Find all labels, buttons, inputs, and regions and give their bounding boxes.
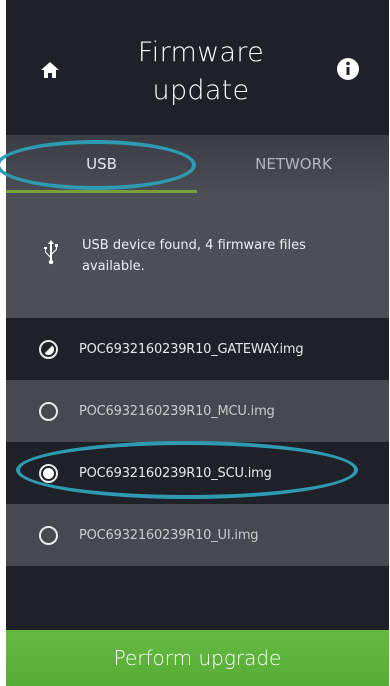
device-status-message: USB device found, 4 firmware files avail… [82,238,306,274]
file-row-gateway[interactable]: POC6932160239R10_GATEWAY.img [6,318,389,380]
usb-tab-highlight-annotation [0,140,196,190]
radio-button[interactable] [39,401,58,421]
radio-button[interactable] [39,525,58,545]
header: Firmware update [6,0,389,135]
device-status-panel: USB device found, 4 firmware files avail… [6,193,389,318]
usb-icon [42,239,60,265]
tab-network[interactable]: NETWORK [198,135,389,193]
radio-button[interactable] [39,339,58,359]
file-row-mcu[interactable]: POC6932160239R10_MCU.img [6,380,389,442]
page-title-line1: Firmware [137,37,265,68]
page-title-line2: update [152,75,250,106]
page-title: Firmware update [101,34,301,110]
file-name: POC6932160239R10_UI.img [79,527,259,543]
home-icon[interactable] [36,56,64,84]
scu-file-highlight-annotation [16,441,358,499]
tab-network-label: NETWORK [255,155,332,173]
file-name: POC6932160239R10_MCU.img [79,403,275,419]
spacer [6,566,389,630]
file-row-ui[interactable]: POC6932160239R10_UI.img [6,504,389,566]
file-name: POC6932160239R10_GATEWAY.img [79,341,304,357]
firmware-update-screen: Firmware update USB NETWORK USB device f… [6,0,389,686]
info-icon[interactable] [334,55,362,83]
perform-upgrade-button[interactable]: Perform upgrade [6,630,389,686]
perform-upgrade-label: Perform upgrade [113,646,282,670]
